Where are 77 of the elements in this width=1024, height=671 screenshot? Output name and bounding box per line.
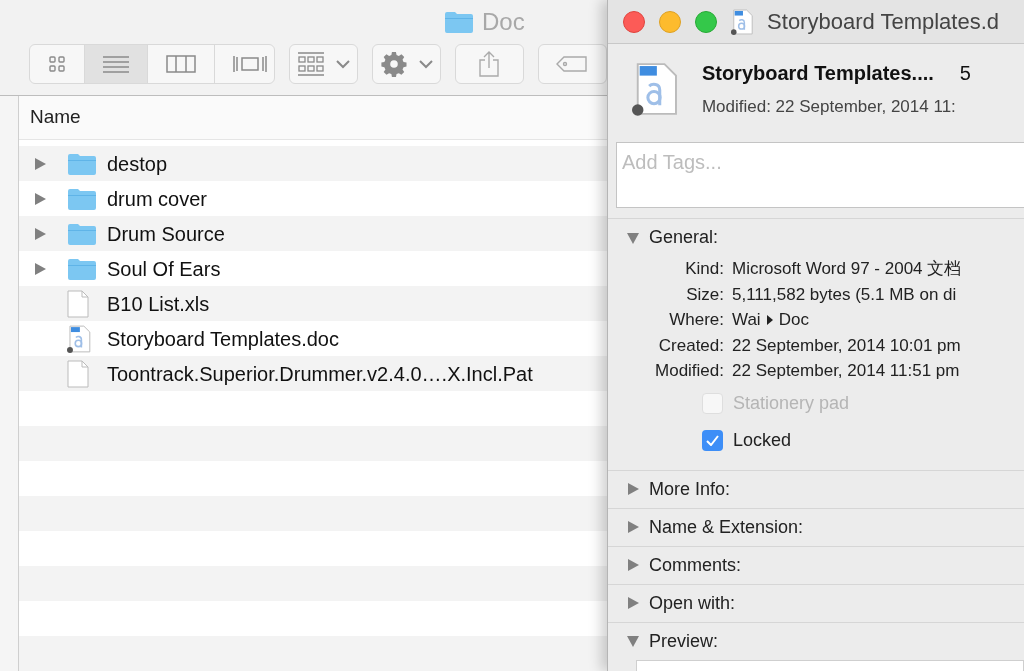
word-document-icon	[731, 8, 754, 35]
collapsed-triangle-icon[interactable]	[33, 261, 47, 276]
checkmark-icon	[706, 434, 719, 446]
window-title: Storyboard Templates.d	[767, 8, 1000, 36]
word-document-icon	[632, 62, 678, 116]
path-item: Wai	[732, 309, 761, 331]
file-name: Soul Of Ears	[107, 256, 221, 282]
collapsed-triangle-icon[interactable]	[626, 558, 640, 572]
expanded-triangle-icon[interactable]	[626, 634, 640, 648]
share-icon	[478, 51, 501, 77]
file-row[interactable]: Drum Source	[19, 216, 607, 251]
columns-icon	[166, 55, 196, 73]
close-button[interactable]	[623, 10, 645, 33]
field-value: 22 September, 2014 10:01 pm	[732, 334, 961, 357]
word-document-icon	[67, 324, 91, 353]
file-name: destop	[107, 151, 168, 177]
field-label: Size:	[685, 283, 724, 306]
grid-icon	[48, 55, 66, 73]
cover-flow-icon	[233, 54, 267, 74]
file-row[interactable]: B10 List.xls	[19, 286, 607, 321]
tags-field[interactable]: Add Tags...	[616, 142, 1024, 208]
path-separator-icon	[766, 314, 773, 325]
document-icon	[67, 289, 89, 318]
folder-icon	[67, 151, 97, 176]
modified-date: Modified: 22 September, 2014 11:	[701, 96, 957, 119]
folder-icon	[444, 10, 474, 34]
path-item: Doc	[778, 309, 809, 331]
document-icon	[67, 359, 89, 388]
section-header[interactable]: More Info:	[649, 475, 731, 503]
window-title: Doc	[482, 7, 525, 37]
file-name: Storyboard Templates....	[701, 61, 934, 87]
folder-icon	[67, 221, 97, 246]
field-label: Where:	[668, 309, 724, 331]
file-name: Storyboard Templates.doc	[107, 326, 339, 352]
collapsed-triangle-icon[interactable]	[33, 191, 47, 206]
section-header[interactable]: Open with:	[649, 589, 736, 617]
settings-icon	[380, 51, 407, 77]
file-name: B10 List.xls	[107, 291, 210, 317]
folder-icon	[67, 186, 97, 211]
file-size: 5	[959, 61, 971, 87]
collapsed-triangle-icon[interactable]	[626, 596, 640, 610]
action-button[interactable]	[372, 44, 441, 84]
field-label: Kind:	[684, 258, 724, 280]
file-row[interactable]: Toontrack.Superior.Drummer.v2.4.0….X.Incl.Pat	[19, 356, 607, 391]
column-header[interactable]: Name	[19, 96, 607, 140]
zoom-button[interactable]	[695, 10, 717, 33]
checkbox[interactable]	[702, 429, 723, 451]
field-label: Created:	[657, 334, 724, 357]
section-header[interactable]: Name & Extension:	[649, 513, 804, 541]
section-header[interactable]: Preview:	[649, 627, 719, 655]
field-value: Microsoft Word 97 - 2004 文档	[732, 258, 962, 280]
folder-icon	[67, 256, 97, 281]
arrange-button[interactable]	[289, 44, 358, 84]
expanded-triangle-icon[interactable]	[626, 230, 640, 245]
file-name: drum cover	[107, 186, 208, 212]
collapsed-triangle-icon[interactable]	[33, 156, 47, 171]
tag-button[interactable]	[538, 44, 607, 84]
field-value: 5,111,582 bytes (5.1 MB on di	[732, 283, 957, 306]
checkbox-label: Locked	[733, 428, 792, 452]
list-icon	[103, 55, 129, 73]
tag-icon	[556, 56, 589, 72]
field-label: Modified:	[654, 360, 724, 382]
minimize-button[interactable]	[659, 10, 681, 33]
section-header[interactable]: Comments:	[649, 551, 742, 579]
view-button[interactable]	[84, 45, 147, 83]
collapsed-triangle-icon[interactable]	[626, 482, 640, 496]
collapsed-triangle-icon[interactable]	[626, 520, 640, 534]
arrange-icon	[297, 52, 324, 76]
file-row[interactable]: destop	[19, 146, 607, 181]
file-name: Drum Source	[107, 221, 225, 247]
chevron-down-icon	[335, 59, 350, 69]
file-name: Toontrack.Superior.Drummer.v2.4.0….X.Incl.Pat	[107, 361, 533, 387]
chevron-down-icon	[418, 59, 433, 69]
share-button[interactable]	[455, 44, 524, 84]
field-value: 22 September, 2014 11:51 pm	[732, 360, 960, 382]
section-header[interactable]: General:	[649, 224, 719, 251]
collapsed-triangle-icon[interactable]	[33, 226, 47, 241]
